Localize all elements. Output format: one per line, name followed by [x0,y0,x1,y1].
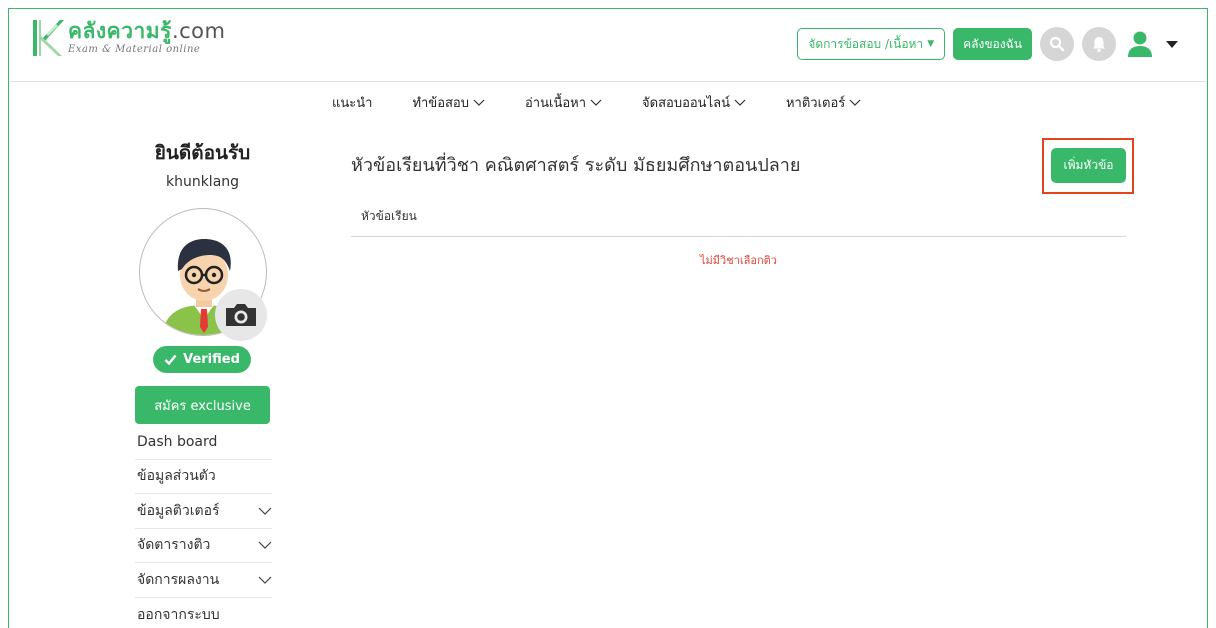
site-logo[interactable]: คลังความรู้.com Exam & Material online [30,18,225,64]
nav-label: ทำข้อสอบ [412,96,469,111]
chevron-down-icon [258,541,272,550]
nav-item-take-exam[interactable]: ทำข้อสอบ [412,92,485,113]
logo-text: คลังความรู้.com Exam & Material online [68,20,225,55]
chevron-down-icon [473,99,485,106]
user-menu-caret-icon[interactable] [1166,40,1178,48]
sidebar-menu: Dash board ข้อมูลส่วนตัว ข้อมูลติวเตอร์ … [135,425,272,628]
header-actions: จัดการข้อสอบ /เนื้อหา ▼ คลังของฉัน [797,26,1178,62]
empty-state-message: ไม่มีวิชาเลือกติว [700,254,777,267]
column-header-topic: หัวข้อเรียน [361,209,417,223]
sidebar-item-label: ออกจากระบบ [137,606,220,623]
verified-badge: Verified [153,346,251,373]
username: khunklang [165,174,240,190]
sidebar-item-dashboard[interactable]: Dash board [135,425,272,460]
chevron-down-icon [258,576,272,584]
user-avatar-button[interactable] [1122,26,1158,62]
logo-title: คลังความรู้.com [68,19,226,43]
nav-item-find-tutor[interactable]: หาติวเตอร์ [786,92,861,113]
exclusive-signup-button[interactable]: สมัคร exclusive [135,386,270,424]
top-header: คลังความรู้.com Exam & Material online จ… [10,10,1206,82]
nav-item-read-content[interactable]: อ่านเนื้อหา [525,92,602,113]
nav-label: หาติวเตอร์ [785,96,846,111]
sidebar-item-schedule[interactable]: จัดตารางติว [135,529,272,563]
manage-content-dropdown[interactable]: จัดการข้อสอบ /เนื้อหา ▼ [797,28,946,60]
notification-button[interactable] [1082,27,1116,61]
sidebar-item-label: ข้อมูลติวเตอร์ [137,502,220,519]
welcome-heading: ยินดีต้อนรับ [154,142,251,164]
chevron-down-icon [849,99,861,106]
caret-down-icon: ▼ [927,39,935,49]
nav-label: แนะนำ [332,96,373,111]
table-divider [351,236,1126,237]
my-store-button[interactable]: คลังของฉัน [953,28,1032,60]
main-nav: แนะนำ ทำข้อสอบ อ่านเนื้อหา จัดสอบออนไลน์… [332,92,901,113]
sidebar-item-label: ข้อมูลส่วนตัว [137,468,216,485]
search-button[interactable] [1040,27,1074,61]
search-icon [1049,36,1065,52]
verified-label: Verified [183,352,240,367]
add-topic-button[interactable]: เพิ่มหัวข้อ [1051,148,1126,183]
chevron-down-icon [734,99,746,106]
sidebar-item-tutor-info[interactable]: ข้อมูลติวเตอร์ [135,494,272,529]
sidebar-item-label: Dash board [137,433,218,450]
sidebar-item-label: จัดการผลงาน [137,571,220,588]
camera-icon [226,304,256,326]
sidebar-item-label: จัดตารางติว [137,537,211,554]
chevron-down-icon [590,99,602,106]
change-photo-button[interactable] [215,289,267,341]
sidebar-item-profile[interactable]: ข้อมูลส่วนตัว [135,460,272,494]
check-icon [164,354,177,365]
manage-content-label: จัดการข้อสอบ /เนื้อหา [808,36,924,51]
chevron-down-icon [258,507,272,515]
nav-label: อ่านเนื้อหา [525,96,587,111]
bell-icon [1093,37,1105,53]
page-title: หัวข้อเรียนที่วิชา คณิตศาสตร์ ระดับ มัธย… [351,155,801,176]
nav-label: จัดสอบออนไลน์ [642,96,730,111]
nav-item-intro[interactable]: แนะนำ [332,92,372,113]
sidebar-item-logout[interactable]: ออกจากระบบ [135,598,272,628]
k-logo-icon [33,20,64,56]
sidebar-item-works[interactable]: จัดการผลงาน [135,563,272,598]
logo-domain: .com [171,19,226,43]
user-icon [1128,31,1152,57]
logo-subtitle: Exam & Material online [68,44,201,55]
nav-item-online-exam[interactable]: จัดสอบออนไลน์ [642,92,746,113]
